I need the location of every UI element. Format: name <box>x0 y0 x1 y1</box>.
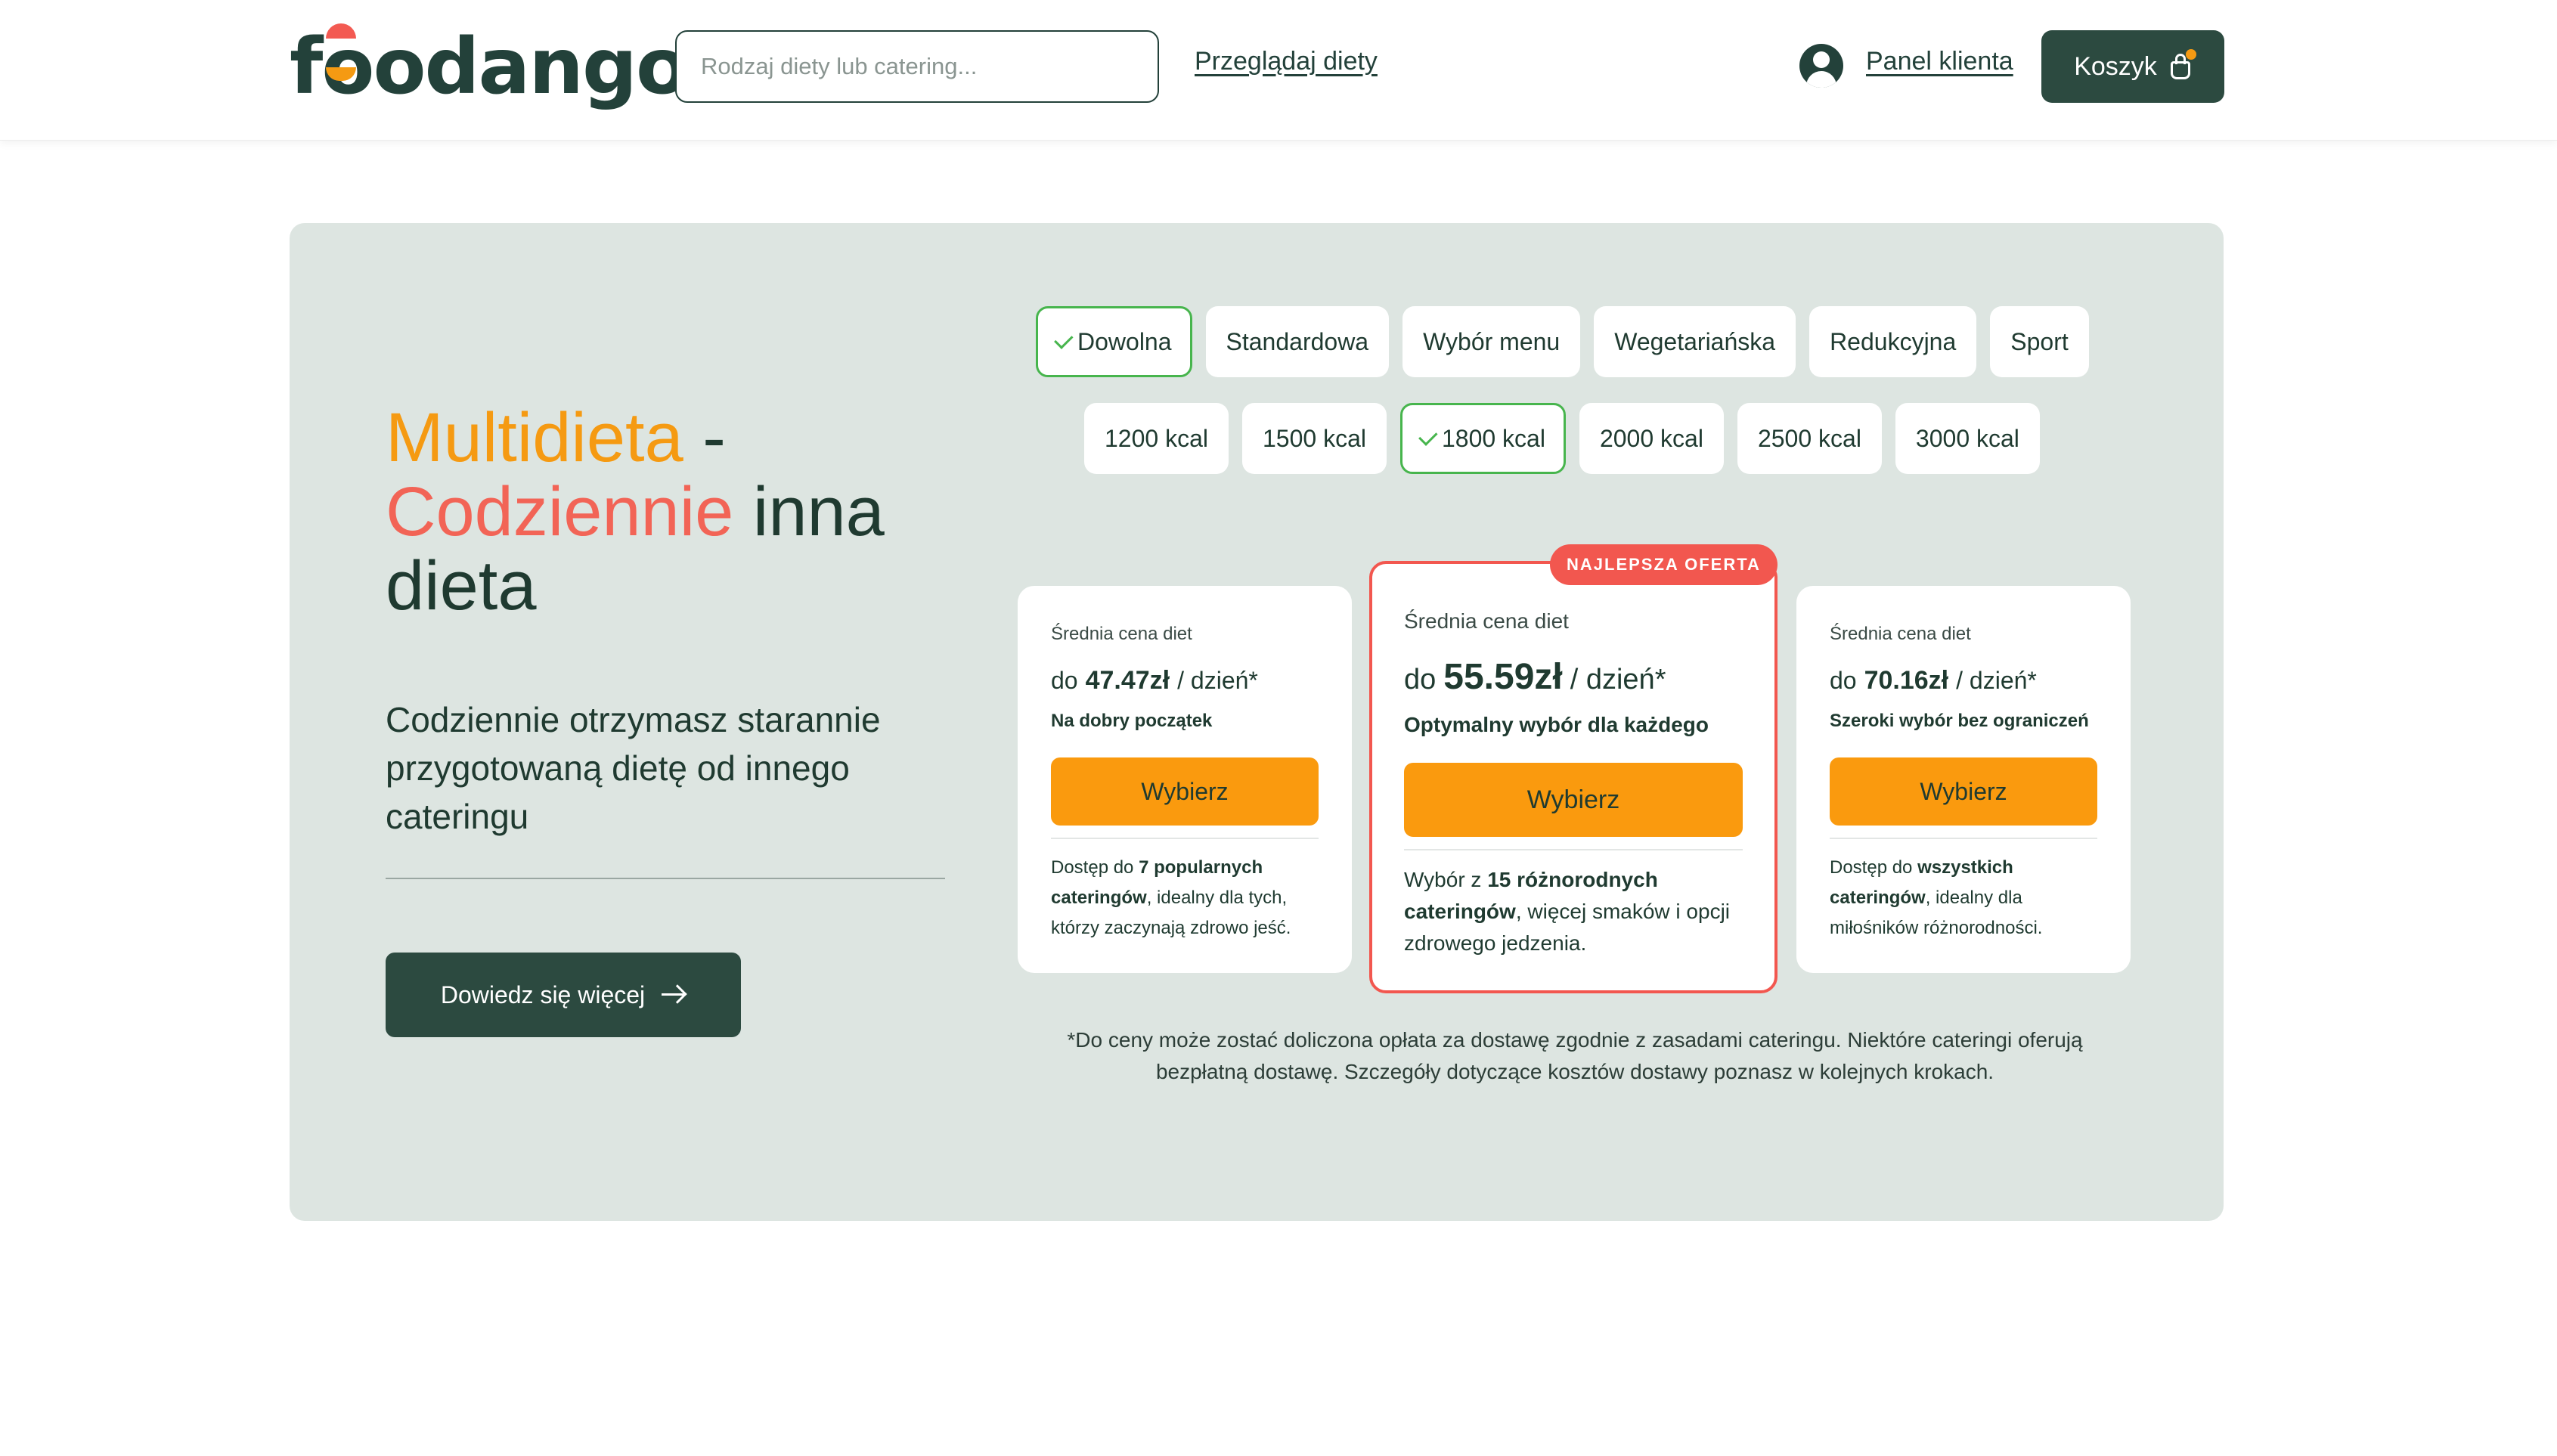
card-divider <box>1051 838 1319 839</box>
client-panel-link[interactable]: Panel klienta <box>1866 47 2013 76</box>
price-card-description: Dostęp do 7 popularnych cateringów, idea… <box>1051 857 1291 938</box>
price-card-basic: Średnia cena diet do 47.47zł / dzień* Na… <box>1018 586 1352 973</box>
logo-accent-top <box>326 23 357 39</box>
site-header: foodango Przeglądaj diety Panel klienta … <box>0 0 2557 141</box>
diet-type-filter: Dowolna Standardowa Wybór menu Wegetaria… <box>1036 306 2089 377</box>
chip-kcal-1500[interactable]: 1500 kcal <box>1241 403 1387 474</box>
cart-notification-dot <box>2185 49 2196 60</box>
kcal-filter: 1200 kcal 1500 kcal 1800 kcal 2000 kcal … <box>1084 403 2040 474</box>
choose-button-basic[interactable]: Wybierz <box>1051 757 1319 826</box>
chip-kcal-2500[interactable]: 2500 kcal <box>1737 403 1882 474</box>
best-offer-badge: NAJLEPSZA OFERTA <box>1550 544 1778 585</box>
search-input[interactable] <box>701 53 1133 80</box>
hero-title-codziennie: Codziennie <box>386 473 734 550</box>
learn-more-label: Dowiedz się więcej <box>440 980 646 1008</box>
price-card-label: Średnia cena diet <box>1051 624 1192 644</box>
card-divider <box>1404 849 1743 850</box>
chip-kcal-2000[interactable]: 2000 kcal <box>1579 403 1724 474</box>
hero-title-multidieta: Multidieta <box>386 399 683 476</box>
choose-button-premium[interactable]: Wybierz <box>1830 757 2097 826</box>
price-value: 70.16zł <box>1864 666 1949 695</box>
shopping-bag-icon <box>2169 49 2196 79</box>
price-card-premium: Średnia cena diet do 70.16zł / dzień* Sz… <box>1796 586 2131 973</box>
logo-accent-o: o <box>321 22 374 112</box>
browse-diets-link[interactable]: Przeglądaj diety <box>1195 47 1378 76</box>
check-icon <box>1054 330 1074 349</box>
price-line: do 55.59zł / dzień* <box>1404 657 1666 697</box>
price-card-best: NAJLEPSZA OFERTA Średnia cena diet do 55… <box>1369 544 1778 993</box>
logo-accent-bottom <box>326 67 357 81</box>
search-box[interactable] <box>675 30 1159 103</box>
price-card-tagline: Na dobry początek <box>1051 711 1213 731</box>
price-card-description: Wybór z 15 różnorodnych cateringów, więc… <box>1404 868 1731 955</box>
chip-diet-dowolna[interactable]: Dowolna <box>1036 306 1192 377</box>
delivery-footnote: *Do ceny może zostać doliczona opłata za… <box>1067 1028 2083 1083</box>
price-card-label: Średnia cena diet <box>1830 624 1971 644</box>
chip-diet-sport[interactable]: Sport <box>1990 306 2089 377</box>
price-value: 55.59zł <box>1443 657 1563 697</box>
cart-button[interactable]: Koszyk <box>2041 30 2224 103</box>
hero-title: Multidieta - Codziennie inna dieta <box>386 399 885 624</box>
chip-kcal-3000[interactable]: 3000 kcal <box>1895 403 2040 474</box>
card-divider <box>1830 838 2097 839</box>
hero-section: Multidieta - Codziennie inna dieta Codzi… <box>290 223 2224 1221</box>
chip-diet-redukcyjna[interactable]: Redukcyjna <box>1809 306 1977 377</box>
chip-kcal-1800[interactable]: 1800 kcal <box>1399 403 1566 474</box>
hero-subtitle: Codziennie otrzymasz starannie przygotow… <box>386 700 881 836</box>
cart-button-label: Koszyk <box>2074 51 2157 81</box>
arrow-right-icon <box>662 984 687 1004</box>
chip-diet-wegetarianska[interactable]: Wegetariańska <box>1594 306 1796 377</box>
hero-divider <box>386 878 945 879</box>
user-icon[interactable] <box>1799 44 1843 88</box>
logo[interactable]: foodango <box>290 21 689 112</box>
learn-more-button[interactable]: Dowiedz się więcej <box>386 953 741 1037</box>
chip-kcal-1200[interactable]: 1200 kcal <box>1084 403 1229 474</box>
price-card-description: Dostęp do wszystkich cateringów, idealny… <box>1830 857 2043 938</box>
chip-diet-standardowa[interactable]: Standardowa <box>1205 306 1390 377</box>
check-icon <box>1418 426 1438 446</box>
price-card-tagline: Szeroki wybór bez ograniczeń <box>1830 711 2089 731</box>
price-line: do 47.47zł / dzień* <box>1051 666 1258 695</box>
price-line: do 70.16zł / dzień* <box>1830 666 2037 695</box>
price-card-label: Średnia cena diet <box>1404 609 1569 633</box>
price-card-tagline: Optymalny wybór dla każdego <box>1404 713 1709 736</box>
price-value: 47.47zł <box>1085 666 1170 695</box>
chip-diet-wybor-menu[interactable]: Wybór menu <box>1402 306 1581 377</box>
choose-button-best[interactable]: Wybierz <box>1404 763 1743 837</box>
